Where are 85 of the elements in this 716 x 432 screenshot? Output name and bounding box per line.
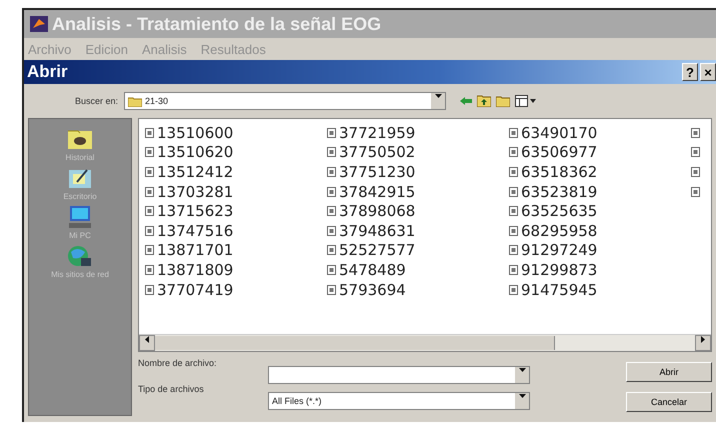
file-item[interactable]: 63523819 [509,182,598,202]
file-icon [691,186,700,197]
dropdown-arrow-icon [434,93,442,100]
app-logo-icon [30,16,48,32]
look-in-dropdown[interactable]: 21-30 [124,92,446,110]
file-item[interactable]: 37751230 [327,162,416,182]
file-item[interactable]: 91475945 [509,280,598,300]
file-item[interactable]: 37898068 [327,201,416,221]
left-arrow-icon [144,336,150,343]
file-icon [327,186,336,197]
file-icon [509,245,518,256]
file-item[interactable]: 13512412 [145,162,234,182]
file-item[interactable]: 63525635 [509,201,598,221]
file-icon [145,206,154,216]
new-folder-icon [496,95,510,107]
file-icon [327,226,336,236]
window-title: Analisis - Tratamiento de la señal EOG [52,14,382,34]
file-item[interactable]: 13871701 [145,240,234,260]
open-button[interactable]: Abrir [626,362,712,382]
file-type-dropdown[interactable]: All Files (*.*) [268,392,530,410]
file-icon [327,147,336,158]
file-icon [691,166,700,177]
file-icon [145,264,154,275]
scroll-right-button[interactable] [695,335,711,351]
file-item[interactable]: 37750502 [327,142,416,162]
file-icon [145,245,154,256]
horizontal-scrollbar[interactable] [139,334,711,351]
file-item[interactable]: 68295958 [509,220,598,241]
file-icon [509,226,518,236]
file-icon [327,206,336,216]
dialog-title: Abrir [26,62,68,82]
file-icon [145,147,154,158]
view-menu-icon [515,95,537,107]
file-icon [509,206,518,216]
file-icon [145,284,154,295]
file-item[interactable]: 13871809 [145,260,234,280]
file-icon [691,147,700,158]
file-icon [145,166,154,177]
close-button[interactable]: × [700,63,716,81]
file-item[interactable]: 13703281 [145,182,234,202]
back-arrow-icon [460,96,472,106]
file-item[interactable]: 52527577 [327,240,416,260]
file-type-label: Tipo de archivos [138,384,205,396]
scroll-thumb[interactable] [155,336,555,350]
file-item[interactable]: 37842915 [327,182,416,202]
file-item[interactable]: 13510600 [145,123,234,143]
dropdown-arrow-icon [518,367,526,374]
file-name-label: Nombre de archivo: [138,358,218,370]
file-item[interactable]: 13510620 [145,142,234,162]
file-icon [509,284,518,295]
file-icon [327,128,336,138]
file-icon [509,166,518,177]
folder-icon [128,96,142,106]
file-item[interactable]: 5478489 [327,260,406,280]
file-name-field[interactable] [268,366,530,384]
scroll-left-button[interactable] [139,335,155,351]
file-icon [509,147,518,158]
file-icon [327,284,336,295]
file-item[interactable]: 91297249 [509,240,598,260]
file-item[interactable]: 13747516 [145,220,234,241]
file-icon [509,128,518,138]
file-icon [509,186,518,197]
file-item[interactable]: 37721959 [327,123,416,143]
file-item[interactable]: 63490170 [509,123,598,143]
file-item[interactable]: 13715623 [145,201,234,221]
right-arrow-icon [700,336,706,343]
file-item[interactable]: 37948631 [327,220,416,241]
file-icon [327,166,336,177]
file-item[interactable]: 63506977 [509,142,598,162]
file-icon [145,186,154,197]
up-folder-icon [477,95,491,107]
file-icon [327,264,336,275]
dropdown-arrow-icon [518,393,526,400]
look-in-label: Buscer en: [74,96,118,106]
file-icon [327,245,336,256]
file-item[interactable]: 5793694 [327,280,406,300]
file-icon [145,226,154,236]
help-button[interactable]: ? [682,63,698,81]
file-item[interactable]: 91299873 [509,260,598,280]
file-item[interactable]: 37707419 [145,280,234,300]
file-icon [509,264,518,275]
file-icon [691,128,700,138]
cancel-button[interactable]: Cancelar [626,392,712,412]
file-item[interactable]: 63518362 [509,162,598,182]
file-icon [145,128,154,138]
